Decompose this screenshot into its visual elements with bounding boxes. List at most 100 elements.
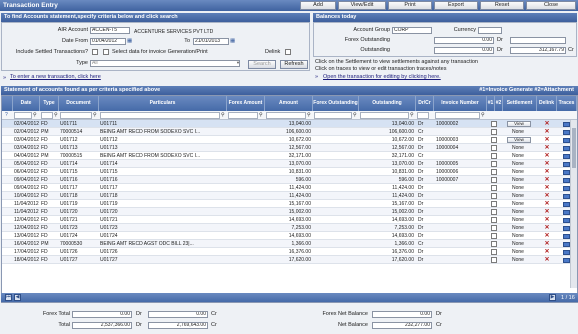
first-page-icon[interactable]: ⏮ xyxy=(5,294,12,301)
filter-invoice-input[interactable] xyxy=(435,112,480,119)
export-button[interactable]: Export xyxy=(434,1,478,10)
traces-icon[interactable] xyxy=(563,129,570,135)
edit-transaction-link[interactable]: Open the transaction for editing by clic… xyxy=(323,74,441,80)
delink-icon[interactable]: ✕ xyxy=(542,200,552,208)
delink-icon[interactable]: ✕ xyxy=(542,176,552,184)
delink-icon[interactable]: ✕ xyxy=(542,152,552,160)
filter-amount-input[interactable] xyxy=(266,112,306,119)
new-transaction-link[interactable]: To enter a new transaction, click here xyxy=(10,74,101,80)
invoice-generate-checkbox[interactable] xyxy=(491,209,497,215)
delink-icon[interactable]: ✕ xyxy=(542,128,552,136)
calendar-icon[interactable]: ▦ xyxy=(127,38,132,44)
col-header-amount[interactable]: Amount xyxy=(265,96,313,111)
delink-icon[interactable]: ✕ xyxy=(542,240,552,248)
col-header-invoice-number[interactable]: Invoice Number xyxy=(434,96,487,111)
table-row[interactable]: 06/04/2012 FD U01715 U01715 10,831.00 10,831.… xyxy=(2,168,577,176)
col-header-1[interactable]: #1 xyxy=(487,96,495,111)
traces-icon[interactable] xyxy=(563,225,570,231)
col-header-type[interactable]: Type xyxy=(40,96,59,111)
table-row[interactable]: 18/04/2012 FD U01727 U01727 17,620.00 17,620.… xyxy=(2,256,577,264)
table-row[interactable]: 02/04/2012 PM 70000514 BEING AMT RECD FROM … xyxy=(2,128,577,136)
vertical-scrollbar[interactable] xyxy=(570,120,577,288)
invoice-generate-checkbox[interactable] xyxy=(491,137,497,143)
table-row[interactable]: 02/04/2012 FD U01711 U01711 13,040.00 13,040.… xyxy=(2,120,577,128)
table-row[interactable]: 11/04/2012 FD U01719 U01719 15,167.00 15,167.… xyxy=(2,200,577,208)
search-icon[interactable]: ⚲ xyxy=(54,112,58,118)
search-icon[interactable]: ⚲ xyxy=(307,112,311,118)
delink-icon[interactable]: ✕ xyxy=(542,216,552,224)
col-header-date[interactable]: Date xyxy=(13,96,40,111)
settlement-button[interactable]: View xyxy=(507,137,531,143)
table-row[interactable]: 04/04/2012 PM 70000515 BEING AMT RECD FROM … xyxy=(2,152,577,160)
date-from-input[interactable]: 01/04/2012 xyxy=(90,38,126,45)
traces-icon[interactable] xyxy=(563,185,570,191)
next-page-icon[interactable]: ▶ xyxy=(549,294,556,301)
table-row[interactable]: 05/04/2012 FD U01714 U01714 13,070.00 13,070.… xyxy=(2,160,577,168)
traces-icon[interactable] xyxy=(563,145,570,151)
filter-document-input[interactable] xyxy=(60,112,92,119)
invoice-generate-checkbox[interactable] xyxy=(491,161,497,167)
col-header-delink[interactable]: Delink xyxy=(537,96,557,111)
delink-icon[interactable]: ✕ xyxy=(542,248,552,256)
invoice-generate-checkbox[interactable] xyxy=(491,129,497,135)
delink-icon[interactable]: ✕ xyxy=(542,120,552,128)
invoice-generate-checkbox[interactable] xyxy=(491,193,497,199)
type-select[interactable]: All xyxy=(90,60,240,67)
table-row[interactable]: 10/04/2012 FD U01718 U01718 11,424.00 11,424.… xyxy=(2,192,577,200)
invoice-generate-checkbox[interactable] xyxy=(491,233,497,239)
col-header-traces[interactable]: Traces xyxy=(557,96,577,111)
table-row[interactable]: 12/04/2012 FD U01721 U01721 14,693.00 14,693.… xyxy=(2,216,577,224)
table-row[interactable]: 17/04/2012 FD U01726 U01726 16,376.00 16,376.… xyxy=(2,248,577,256)
delink-icon[interactable]: ✕ xyxy=(542,232,552,240)
delink-icon[interactable]: ✕ xyxy=(542,144,552,152)
air-account-input[interactable]: ACCEN-T5 xyxy=(90,27,130,34)
table-row[interactable]: 03/04/2012 FD U01712 U01712 10,672.00 10,672.… xyxy=(2,136,577,144)
help-icon[interactable]: ? xyxy=(5,112,8,118)
close-button[interactable]: Close xyxy=(526,1,576,10)
delink-icon[interactable]: ✕ xyxy=(542,256,552,264)
invoice-generate-checkbox[interactable] xyxy=(491,121,497,127)
invoice-generate-checkbox[interactable] xyxy=(491,225,497,231)
invoice-generate-checkbox[interactable] xyxy=(491,217,497,223)
table-row[interactable]: 11/04/2012 FD U01720 U01720 15,002.00 15,002.… xyxy=(2,208,577,216)
col-header-particulars[interactable]: Particulars xyxy=(99,96,227,111)
traces-icon[interactable] xyxy=(563,177,570,183)
invoice-generate-checkbox[interactable] xyxy=(491,249,497,255)
filter-drcr-input[interactable] xyxy=(417,112,429,119)
table-row[interactable]: 16/04/2012 PM 70000530 BEING AMT RECD AGST … xyxy=(2,240,577,248)
col-header-forex-outstanding[interactable]: Forex Outstanding xyxy=(313,96,359,111)
calendar-icon[interactable]: ▦ xyxy=(230,38,235,44)
filter-outstanding-input[interactable] xyxy=(360,112,409,119)
traces-icon[interactable] xyxy=(563,209,570,215)
search-icon[interactable]: ⚲ xyxy=(481,112,485,118)
table-row[interactable]: 09/04/2012 FD U01716 U01716 596.00 596.00 Dr 10… xyxy=(2,176,577,184)
search-icon[interactable]: ⚲ xyxy=(353,112,357,118)
refresh-button[interactable]: Refresh xyxy=(280,60,308,69)
delink-icon[interactable]: ✕ xyxy=(542,136,552,144)
filter-type-input[interactable] xyxy=(41,112,53,119)
traces-icon[interactable] xyxy=(563,169,570,175)
search-icon[interactable]: ⚲ xyxy=(33,112,37,118)
table-row[interactable]: 12/04/2012 FD U01723 U01723 7,253.00 7,253.00… xyxy=(2,224,577,232)
prev-page-icon[interactable]: ◀ xyxy=(14,294,21,301)
table-row[interactable]: 03/04/2012 FD U01713 U01713 12,567.00 12,567.… xyxy=(2,144,577,152)
reset-button[interactable]: Reset xyxy=(480,1,524,10)
invoice-generate-checkbox[interactable] xyxy=(491,169,497,175)
delink-icon[interactable]: ✕ xyxy=(542,184,552,192)
invoice-generate-checkbox[interactable] xyxy=(491,153,497,159)
invoice-generate-checkbox[interactable] xyxy=(491,185,497,191)
scrollbar-thumb[interactable] xyxy=(572,128,576,168)
filter-forex-outstanding-input[interactable] xyxy=(314,112,352,119)
traces-icon[interactable] xyxy=(563,249,570,255)
print-button[interactable]: Print xyxy=(388,1,432,10)
col-header-2[interactable]: #2 xyxy=(495,96,503,111)
settlement-button[interactable]: View xyxy=(507,121,531,127)
invoice-generate-checkbox[interactable] xyxy=(491,257,497,263)
col-header-outstanding[interactable]: Outstanding xyxy=(359,96,416,111)
table-row[interactable]: 09/04/2012 FD U01717 U01717 11,424.00 11,424.… xyxy=(2,184,577,192)
delink-icon[interactable]: ✕ xyxy=(542,192,552,200)
date-to-input[interactable]: 21/01/2013 xyxy=(193,38,229,45)
invoice-generate-checkbox[interactable] xyxy=(491,145,497,151)
select-invoice-checkbox[interactable] xyxy=(103,49,109,55)
delink-icon[interactable]: ✕ xyxy=(542,224,552,232)
